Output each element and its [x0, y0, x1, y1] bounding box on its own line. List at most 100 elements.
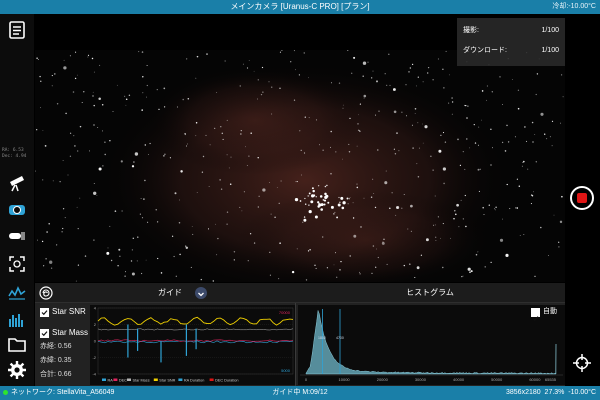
star [298, 74, 300, 76]
star [276, 187, 278, 189]
star-snr-checkbox[interactable] [40, 308, 49, 317]
star [133, 161, 135, 163]
image-viewport[interactable] [35, 50, 565, 282]
star [180, 170, 183, 173]
star [293, 99, 296, 101]
histogram-button[interactable] [7, 310, 27, 330]
star [330, 172, 332, 175]
star [206, 53, 208, 56]
star [39, 75, 41, 78]
star [525, 140, 528, 142]
star [296, 181, 298, 183]
star [63, 66, 67, 70]
star [349, 255, 351, 257]
star [269, 251, 271, 253]
star [484, 266, 486, 268]
star [79, 125, 82, 128]
star [362, 75, 364, 77]
star [93, 182, 95, 185]
cluster-star [319, 195, 323, 198]
crosshair-button[interactable] [572, 353, 592, 373]
star [131, 165, 135, 168]
star [163, 87, 166, 90]
star [351, 72, 353, 74]
status-bar: ネットワーク: StellaVita_A56049 ガイド中 M:09/12 3… [0, 386, 600, 400]
guide-collapse-button[interactable] [195, 287, 207, 299]
dec-readout: Dec: 4.94 [2, 154, 27, 159]
cluster-star [313, 194, 316, 197]
star [142, 76, 144, 78]
star [304, 116, 306, 118]
star [262, 91, 264, 93]
legend-swatch [102, 378, 106, 381]
star [257, 206, 259, 208]
star [271, 113, 273, 115]
star [81, 101, 83, 104]
checklist-icon [9, 21, 25, 39]
star [51, 85, 53, 87]
star [462, 275, 464, 277]
star [462, 218, 464, 220]
star [62, 208, 65, 210]
star [465, 225, 467, 228]
star [506, 183, 508, 186]
cluster-star [342, 201, 346, 205]
histogram-x-tick: 30000 [415, 377, 427, 382]
star [360, 226, 362, 228]
star [335, 252, 337, 254]
star [551, 145, 553, 147]
star [293, 50, 295, 52]
star-mass-checkbox[interactable] [40, 329, 49, 338]
window-title: メインカメラ [Uranus-C PRO] [プラン] [230, 2, 370, 11]
legend-swatch [127, 378, 131, 381]
star [477, 144, 479, 146]
focuser-button[interactable] [7, 226, 27, 246]
star [279, 242, 281, 244]
star [37, 59, 39, 61]
auto-stretch-checkbox[interactable] [531, 308, 540, 322]
star [93, 239, 95, 241]
checklist-button[interactable] [7, 20, 27, 40]
star [77, 227, 79, 230]
settings-button[interactable] [7, 360, 27, 380]
star [464, 168, 466, 170]
star [442, 132, 445, 134]
star [116, 84, 118, 86]
star [358, 114, 359, 116]
star [333, 264, 335, 266]
star [291, 270, 295, 274]
focus-frame-button[interactable] [7, 254, 27, 274]
star [89, 150, 90, 152]
ra-error: 赤経: 0.56 [40, 343, 72, 350]
star [326, 267, 329, 269]
star [479, 168, 481, 170]
star [475, 253, 478, 256]
telescope-button[interactable] [7, 172, 27, 192]
star [422, 123, 423, 125]
star [347, 203, 349, 205]
camera-button[interactable] [7, 200, 27, 220]
star [46, 231, 48, 233]
star [409, 67, 411, 69]
cluster-star [294, 197, 299, 202]
star [308, 77, 309, 79]
star [59, 181, 61, 183]
star [346, 197, 349, 200]
star [43, 265, 45, 267]
folder-button[interactable] [7, 334, 27, 354]
star [196, 192, 198, 193]
star [83, 91, 85, 93]
checkmark-icon [532, 316, 539, 322]
stop-capture-button[interactable] [570, 186, 594, 210]
guide-graph-button[interactable] [7, 282, 27, 302]
star [69, 55, 71, 57]
star [186, 58, 188, 60]
telescope-icon [10, 176, 24, 192]
guide-logo-button[interactable] [39, 286, 53, 300]
star [125, 104, 127, 106]
star [261, 66, 264, 69]
cluster-star [299, 200, 302, 202]
star [220, 126, 222, 128]
star [533, 191, 534, 193]
star [125, 271, 127, 273]
